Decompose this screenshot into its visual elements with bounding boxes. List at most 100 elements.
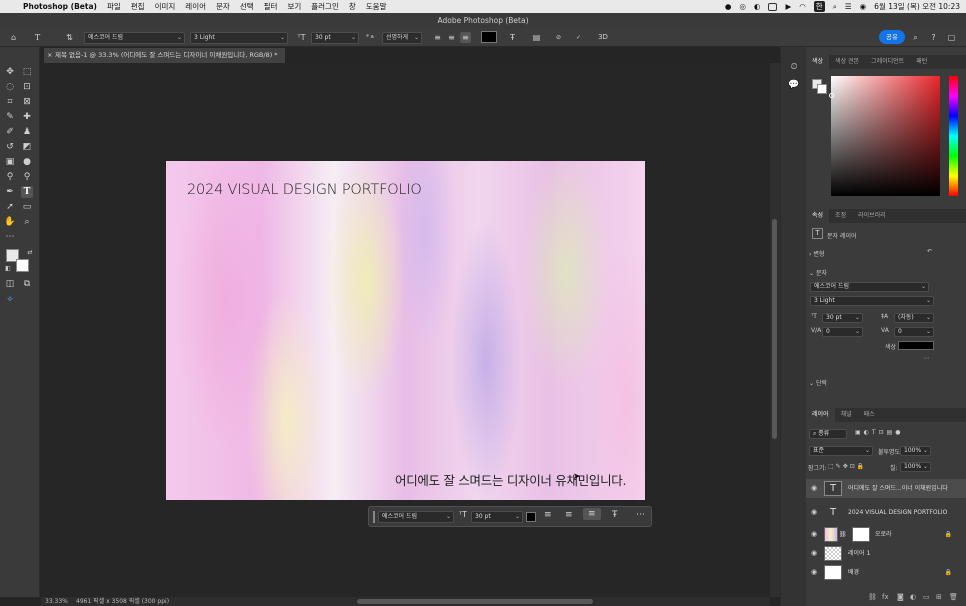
fill-field[interactable]: 100% ⌄ <box>900 462 931 472</box>
swap-colors-icon[interactable]: ⇄ <box>24 247 36 259</box>
search-icon[interactable]: ⌕ <box>833 2 837 12</box>
record-icon[interactable]: ● <box>725 2 732 11</box>
lock-icons[interactable]: ⬚✎✥⊡🔒 <box>828 463 866 470</box>
hand-tool-icon[interactable]: ✋ <box>4 216 16 228</box>
tab-patterns[interactable]: 패턴 <box>910 55 933 69</box>
tab-swatches[interactable]: 색상 견본 <box>829 55 865 69</box>
color-bg-swatch[interactable] <box>817 84 827 94</box>
tab-channels[interactable]: 채널 <box>835 408 858 422</box>
new-layer-icon[interactable]: ⊞ <box>936 593 942 601</box>
help-icon[interactable]: ? <box>928 32 939 43</box>
menu-select[interactable]: 선택 <box>235 1 259 12</box>
link-icon[interactable]: ⛓ <box>839 525 847 544</box>
layer-row[interactable]: ◉ 레이어 1 <box>806 544 966 563</box>
canvas-subtitle-text[interactable]: 어디에도 잘 스며드는 디자이너 유채민입니다. <box>395 470 626 489</box>
blur-tool-icon[interactable]: ● <box>21 156 33 168</box>
transform-section[interactable]: › 변형 <box>809 249 824 258</box>
dodge-tool-icon[interactable]: ⚲ <box>4 171 16 183</box>
reset-icon[interactable]: ↶ <box>927 248 932 255</box>
canvas-title-text[interactable]: 2024 VISUAL DESIGN PORTFOLIO <box>187 182 422 198</box>
color-picker-field[interactable] <box>831 76 940 196</box>
char-panel-icon[interactable]: ▤ <box>531 32 542 43</box>
default-colors-icon[interactable]: ◧ <box>2 263 14 275</box>
visibility-eye-icon[interactable]: ◉ <box>811 479 817 498</box>
menu-window[interactable]: 창 <box>344 1 361 12</box>
pen-tool-icon[interactable]: ✒ <box>4 186 16 198</box>
prop-style-select[interactable]: 3 Light ⌄ <box>810 296 934 306</box>
menu-filter[interactable]: 필터 <box>259 1 283 12</box>
more-tools-icon[interactable]: ⋯ <box>4 231 16 243</box>
siri-icon[interactable]: ◉ <box>860 2 867 11</box>
prop-font-select[interactable]: 에스코어 드림 ⌄ <box>810 282 929 292</box>
document-info[interactable]: 4961 픽셀 x 3508 픽셀 (300 ppi) <box>76 597 169 606</box>
cc-icon[interactable]: ◎ <box>739 2 746 11</box>
app-menu[interactable]: Photoshop (Beta) <box>18 2 102 11</box>
more-options-icon[interactable]: ⋯ <box>636 510 645 520</box>
layer-name[interactable]: 2024 VISUAL DESIGN PORTFOLIO <box>848 503 947 522</box>
eraser-tool-icon[interactable]: ◩ <box>21 141 33 153</box>
visibility-eye-icon[interactable]: ◉ <box>811 503 817 522</box>
eyedropper-tool-icon[interactable]: ✎ <box>4 111 16 123</box>
blend-mode-select[interactable]: 표준 ⌄ <box>809 446 873 456</box>
prop-tracking-field[interactable]: 0 ⌄ <box>894 327 934 337</box>
marquee-tool-icon[interactable]: ⬚ <box>21 66 33 78</box>
screen-mode-icon[interactable]: ⧉ <box>21 278 33 290</box>
prop-leading-field[interactable]: (자동) ⌄ <box>894 313 934 323</box>
brush-tool-icon[interactable]: ✐ <box>4 126 16 138</box>
vertical-scrollbar[interactable] <box>770 63 780 597</box>
opacity-field[interactable]: 100% ⌄ <box>900 446 931 456</box>
zoom-level[interactable]: 33.33% <box>45 597 68 606</box>
color-picker-handle[interactable] <box>829 93 834 98</box>
background-color-swatch[interactable] <box>16 259 29 272</box>
cancel-edit-icon[interactable]: ⊘ <box>553 32 564 43</box>
menu-edit[interactable]: 편집 <box>126 1 150 12</box>
character-section[interactable]: ⌄ 문자 <box>809 268 827 277</box>
layer-name[interactable]: 레이어 1 <box>848 544 870 563</box>
frame-tool-icon[interactable]: ⊠ <box>21 96 33 108</box>
tab-color[interactable]: 색상 <box>806 55 830 69</box>
home-icon[interactable]: ⌂ <box>8 32 19 43</box>
more-options-icon[interactable]: ⋯ <box>923 355 929 362</box>
tab-libraries[interactable]: 라이브러리 <box>852 209 892 223</box>
link-layers-icon[interactable]: ⛓ <box>868 593 877 601</box>
warp-text-icon[interactable]: Ŧ <box>507 32 518 43</box>
document-canvas[interactable]: 2024 VISUAL DESIGN PORTFOLIO 어디에도 잘 스며드는… <box>166 161 645 500</box>
workspace-icon[interactable]: ▢ <box>946 32 957 43</box>
rectangle-tool-icon[interactable]: ▭ <box>21 201 33 213</box>
path-select-icon[interactable]: ➚ <box>4 201 16 213</box>
menu-file[interactable]: 파일 <box>102 1 126 12</box>
ctx-size-select[interactable]: 30 pt ⌄ <box>471 511 523 523</box>
tab-layers[interactable]: 레이어 <box>806 408 835 422</box>
align-right-icon[interactable]: ≡ <box>460 32 471 43</box>
wifi-icon[interactable]: ◠ <box>799 2 806 11</box>
prop-size-field[interactable]: 30 pt ⌄ <box>822 313 863 323</box>
search-icon[interactable]: ⌕ <box>910 32 921 43</box>
layer-filter-select[interactable]: ⌕ 종류 <box>809 429 847 439</box>
close-icon[interactable]: × <box>47 48 52 63</box>
move-tool-icon[interactable]: ✥ <box>4 66 16 78</box>
menu-help[interactable]: 도움말 <box>361 1 392 12</box>
healing-tool-icon[interactable]: ✚ <box>21 111 33 123</box>
layer-row[interactable]: ◉ T 어디에도 잘 스며드...이너 이채원입니다 <box>806 479 966 498</box>
font-size-select[interactable]: 30 pt ⌄ <box>311 32 359 44</box>
vertical-scroll-thumb[interactable] <box>772 219 777 439</box>
layer-name[interactable]: 어디에도 잘 스며드...이너 이채원입니다 <box>848 479 948 498</box>
prop-kerning-field[interactable]: 0 ⌄ <box>822 327 863 337</box>
group-icon[interactable]: ▭ <box>923 593 930 601</box>
fx-icon[interactable]: fx <box>882 593 889 601</box>
generative-icon[interactable]: ✧ <box>4 294 16 306</box>
type-tool-icon[interactable]: T <box>21 186 33 198</box>
control-center-icon[interactable]: ☰ <box>845 2 852 11</box>
menu-image[interactable]: 이미지 <box>150 1 181 12</box>
tab-gradients[interactable]: 그레이디언트 <box>865 55 910 69</box>
play-icon[interactable]: ▶ <box>785 2 791 11</box>
menu-type[interactable]: 문자 <box>211 1 235 12</box>
object-select-tool-icon[interactable]: ⊡ <box>21 81 33 93</box>
visibility-eye-icon[interactable]: ◉ <box>811 525 817 544</box>
hue-slider[interactable] <box>949 76 958 196</box>
display-icon[interactable] <box>768 2 778 11</box>
document-tab[interactable]: × 제목 없음-1 @ 33.3% (어디에도 잘 스며드는 디자이너 이채원입… <box>44 48 285 63</box>
text-color-swatch[interactable] <box>481 31 497 43</box>
align-center-icon[interactable]: ≡ <box>565 510 573 520</box>
adjustment-icon[interactable]: ◐ <box>910 593 916 601</box>
